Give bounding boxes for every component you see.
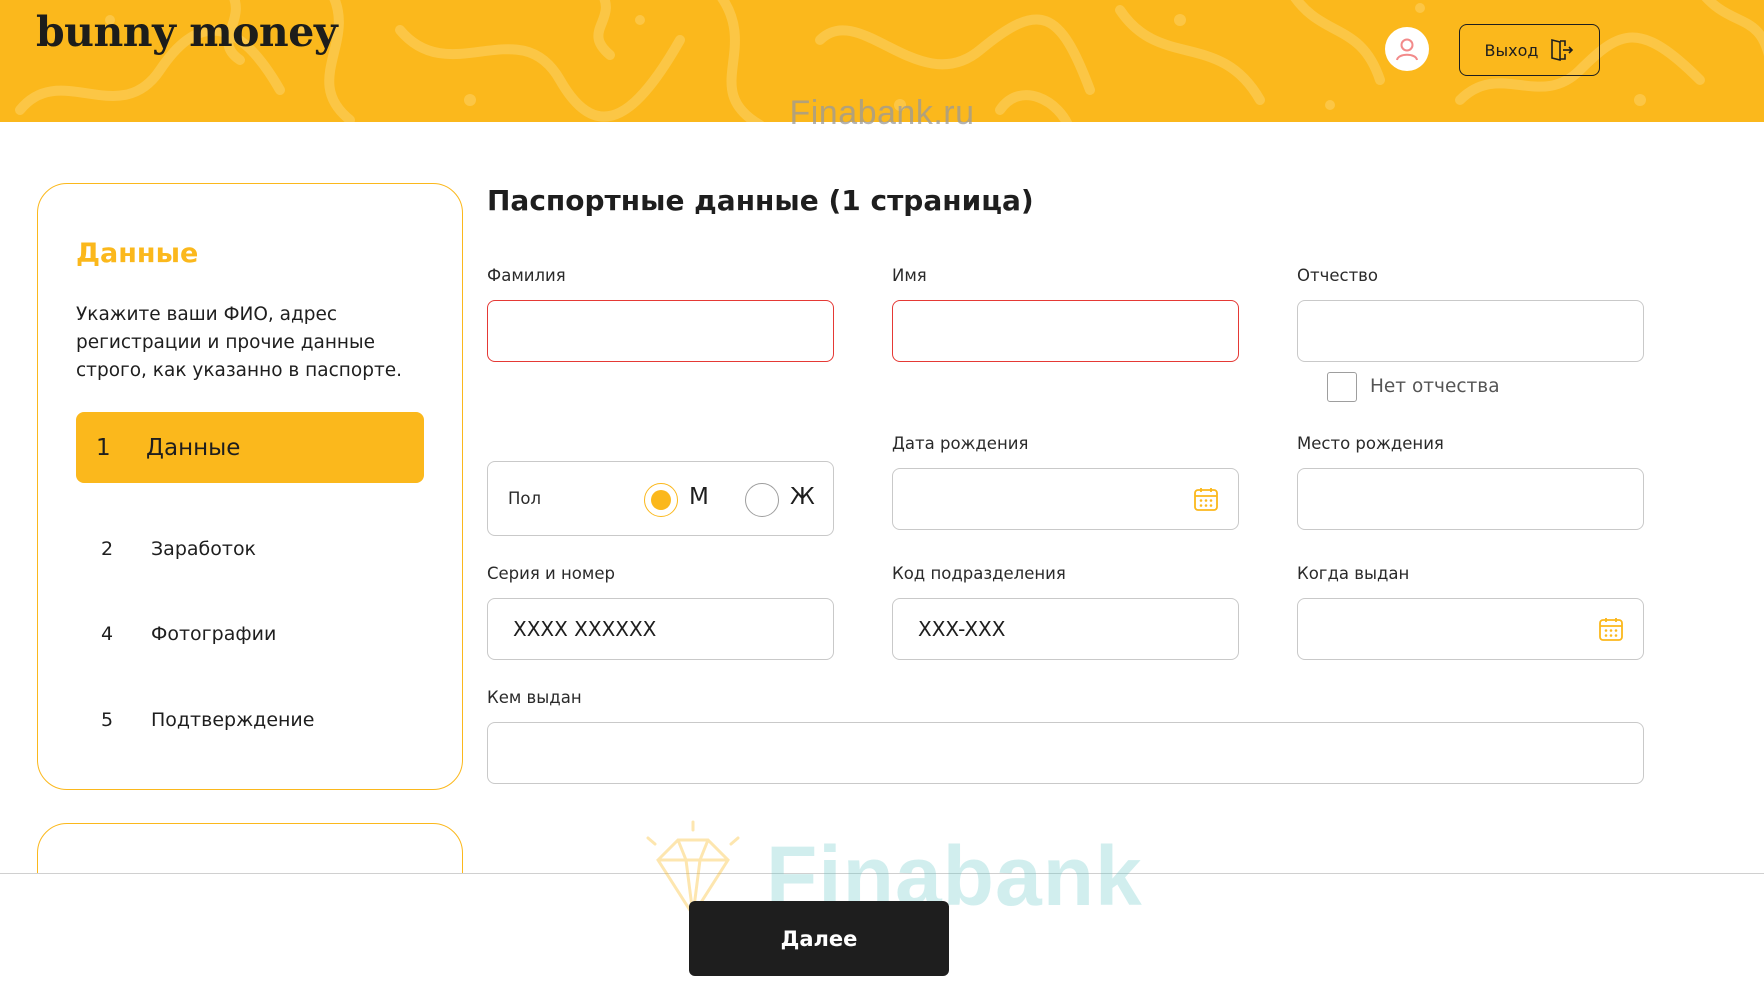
form-title: Паспортные данные (1 страница) — [487, 184, 1034, 217]
step-item-confirmation[interactable]: 5 Подтверждение — [101, 709, 314, 731]
issued-by-label: Кем выдан — [487, 688, 582, 707]
issue-date-field[interactable] — [1297, 598, 1644, 660]
logout-icon — [1551, 38, 1574, 62]
division-code-field[interactable] — [892, 598, 1239, 660]
issued-by-field[interactable] — [487, 722, 1644, 784]
logout-label: Выход — [1484, 40, 1539, 60]
issue-date-label: Когда выдан — [1297, 564, 1410, 583]
step-label: Данные — [146, 434, 241, 461]
step-number: 5 — [101, 709, 114, 731]
series-number-label: Серия и номер — [487, 564, 615, 583]
user-avatar-icon[interactable] — [1385, 27, 1429, 71]
birth-place-field[interactable] — [1297, 468, 1644, 530]
birth-date-label: Дата рождения — [892, 434, 1029, 453]
step-item-earnings[interactable]: 2 Заработок — [101, 538, 256, 560]
step-label: Подтверждение — [151, 709, 315, 731]
birth-date-field[interactable] — [892, 468, 1239, 530]
birth-place-label: Место рождения — [1297, 434, 1444, 453]
next-button[interactable]: Далее — [689, 901, 949, 976]
step-number: 2 — [101, 538, 114, 560]
step-number: 1 — [96, 434, 111, 461]
watermark-top: Finabank.ru — [789, 94, 975, 132]
step-label: Заработок — [151, 538, 257, 560]
logo[interactable]: bunny money — [36, 8, 338, 56]
gender-male-label[interactable]: М — [689, 484, 709, 510]
gender-selector: Пол М Ж — [487, 461, 834, 536]
gender-female-label[interactable]: Ж — [790, 484, 815, 510]
lastname-field[interactable] — [487, 300, 834, 362]
step-label: Фотографии — [151, 623, 277, 645]
lastname-label: Фамилия — [487, 266, 566, 285]
no-patronymic-checkbox[interactable] — [1327, 372, 1357, 402]
series-number-field[interactable] — [487, 598, 834, 660]
gender-label: Пол — [508, 489, 542, 508]
radio-dot — [651, 490, 671, 510]
steps-sidebar: Данные Укажите ваши ФИО, адрес регистрац… — [37, 183, 463, 790]
gender-male-radio[interactable] — [644, 483, 678, 517]
calendar-icon[interactable] — [1193, 486, 1219, 512]
patronymic-label: Отчество — [1297, 266, 1379, 285]
sidebar-description: Укажите ваши ФИО, адрес регистрации и пр… — [76, 304, 402, 381]
patronymic-field[interactable] — [1297, 300, 1644, 362]
division-code-label: Код подразделения — [892, 564, 1066, 583]
firstname-field[interactable] — [892, 300, 1239, 362]
calendar-icon[interactable] — [1598, 616, 1624, 642]
no-patronymic-label: Нет отчества — [1370, 376, 1500, 397]
sidebar-title: Данные — [76, 238, 199, 269]
step-item-photos[interactable]: 4 Фотографии — [101, 623, 276, 645]
gender-female-radio[interactable] — [745, 483, 779, 517]
logout-button[interactable]: Выход — [1459, 24, 1600, 76]
firstname-label: Имя — [892, 266, 927, 285]
step-number: 4 — [101, 623, 114, 645]
step-item-data[interactable]: 1 Данные — [76, 412, 424, 483]
